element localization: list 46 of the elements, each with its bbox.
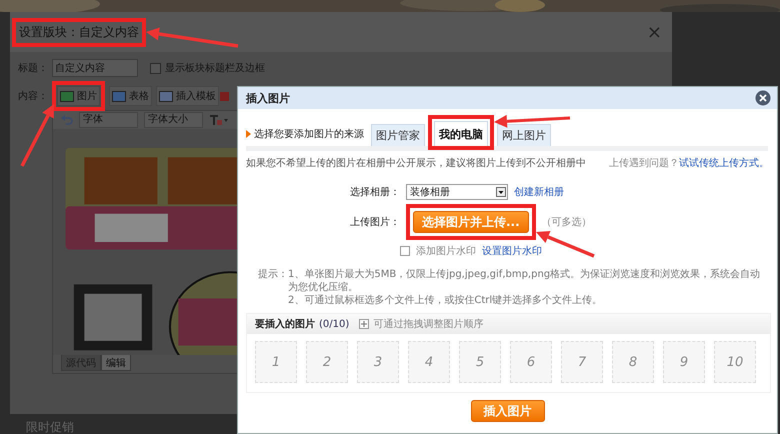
close-button[interactable]: × [646,22,662,42]
insert-button[interactable]: 插入图片 [470,400,544,422]
tip-text: 2、可通过鼠标框选多个文件上传，或按住Ctrl键并选择多个文件上传。 [288,294,604,307]
image-slot: 8 [612,341,654,383]
queue-count: (0/10) [319,318,350,330]
field-label: 选择相册： [349,186,400,199]
note-text: （可多选） [542,216,592,229]
classic-upload-link[interactable]: 试试传统上传方式。 [679,158,769,169]
field-label: 标题： [18,62,48,75]
queue-title: 要插入的图片 [255,318,315,331]
image-slot: 1 [255,341,297,383]
source-tab[interactable]: 我的电脑 [434,121,488,146]
dialog-title: 插入图片 [246,90,290,106]
source-label: 选择您要添加图片的来源 [254,128,364,141]
image-slot: 9 [663,341,705,383]
album-select[interactable]: 装修相册 [406,184,508,200]
section-title: 限时促销 [26,419,74,434]
source-tab[interactable]: 网上图片 [497,124,551,146]
watermark-settings-link[interactable]: 设置图片水印 [482,244,542,258]
image-slot: 10 [714,341,756,383]
queue-hint: 可通过拖拽调整图片顺序 [373,318,484,331]
toolbar-button[interactable]: 表格 [109,86,152,106]
image-slot: 6 [510,341,552,383]
hint-text: 如果您不希望上传的图片在相册中公开展示，建议将图片上传到不公开相册中 [246,156,586,170]
field-label: 内容： [18,90,48,103]
dialog-title: 设置版块：自定义内容 [19,24,139,40]
toolbar-button[interactable]: 图片 [57,86,100,106]
create-album-link[interactable]: 创建新相册 [514,185,564,199]
image-slot: 4 [408,341,450,383]
help-text: 上传遇到问题？ [609,158,679,169]
source-tab[interactable]: 图片管家 [371,124,425,146]
tips-label: 提示： [258,268,288,282]
image-slot: 3 [357,341,399,383]
tip-text: 1、单张图片最大为5MB，仅限上传jpg,jpeg,gif,bmp,png格式。为保证浏览速度和浏览效果，系统会自动为您优化压缩。 [288,268,762,294]
font-size-select[interactable]: 字体大小 [144,112,203,128]
image-slot: 2 [306,341,348,383]
title-input[interactable]: 自定义内容 [52,59,138,77]
checkbox-label: 添加图片水印 [416,244,476,258]
field-label: 上传图片： [349,216,400,229]
checkbox-label: 显示板块标题栏及边框 [165,62,265,75]
upload-button[interactable]: 选择图片并上传... [413,211,529,233]
toolbar-button[interactable]: 插入模板 [156,86,219,106]
image-slot: 7 [561,341,603,383]
editor-tab[interactable]: 编辑 [101,355,131,371]
font-select[interactable]: 字体 [79,112,138,128]
image-slot: 5 [459,341,501,383]
